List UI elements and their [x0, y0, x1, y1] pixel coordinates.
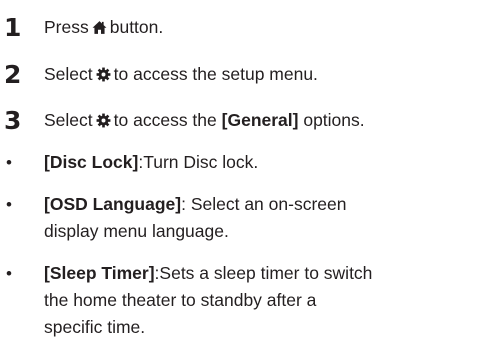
step-text-after: button. — [109, 17, 164, 37]
gear-icon — [96, 67, 111, 82]
option-description: :Turn Disc lock. — [138, 152, 259, 172]
option-text: [Sleep Timer]:Sets a sleep timer to swit… — [44, 260, 476, 287]
option-description: :Sets a sleep timer to switch — [154, 263, 373, 283]
step-text: Select to access the [General] options. — [44, 107, 476, 134]
option-description: : Select an on-screen — [181, 194, 347, 214]
general-option-label: [General] — [221, 110, 299, 130]
instruction-document: 1 Press button. 2 Select to access the set… — [0, 0, 481, 345]
step-text: Press button. — [44, 14, 476, 41]
step-text-after: to access the setup menu. — [113, 64, 318, 84]
option-label: [Disc Lock] — [44, 152, 139, 172]
option-label: [OSD Language] — [44, 194, 182, 214]
bullet: • — [6, 195, 12, 214]
bullet: • — [6, 153, 12, 172]
option-description-continued: the home theater to standby after a — [44, 290, 317, 310]
step-text-after: to access the — [113, 110, 217, 130]
step-text-before: Select — [44, 64, 93, 84]
step-number: 2 — [4, 60, 22, 89]
step-number: 1 — [4, 13, 22, 42]
option-description-continued: specific time. — [44, 317, 146, 337]
step-text-before: Press — [44, 17, 89, 37]
home-icon — [92, 20, 107, 35]
option-text: [Disc Lock]:Turn Disc lock. — [44, 149, 476, 176]
option-description-continued: display menu language. — [44, 221, 229, 241]
step-text: Select to access the setup menu. — [44, 61, 476, 88]
step-text-tail: options. — [303, 110, 365, 130]
step-number: 3 — [4, 106, 22, 135]
bullet: • — [6, 264, 12, 283]
option-label: [Sleep Timer] — [44, 263, 155, 283]
option-text: [OSD Language]: Select an on-screen — [44, 191, 476, 218]
gear-icon — [96, 113, 111, 128]
step-text-before: Select — [44, 110, 93, 130]
